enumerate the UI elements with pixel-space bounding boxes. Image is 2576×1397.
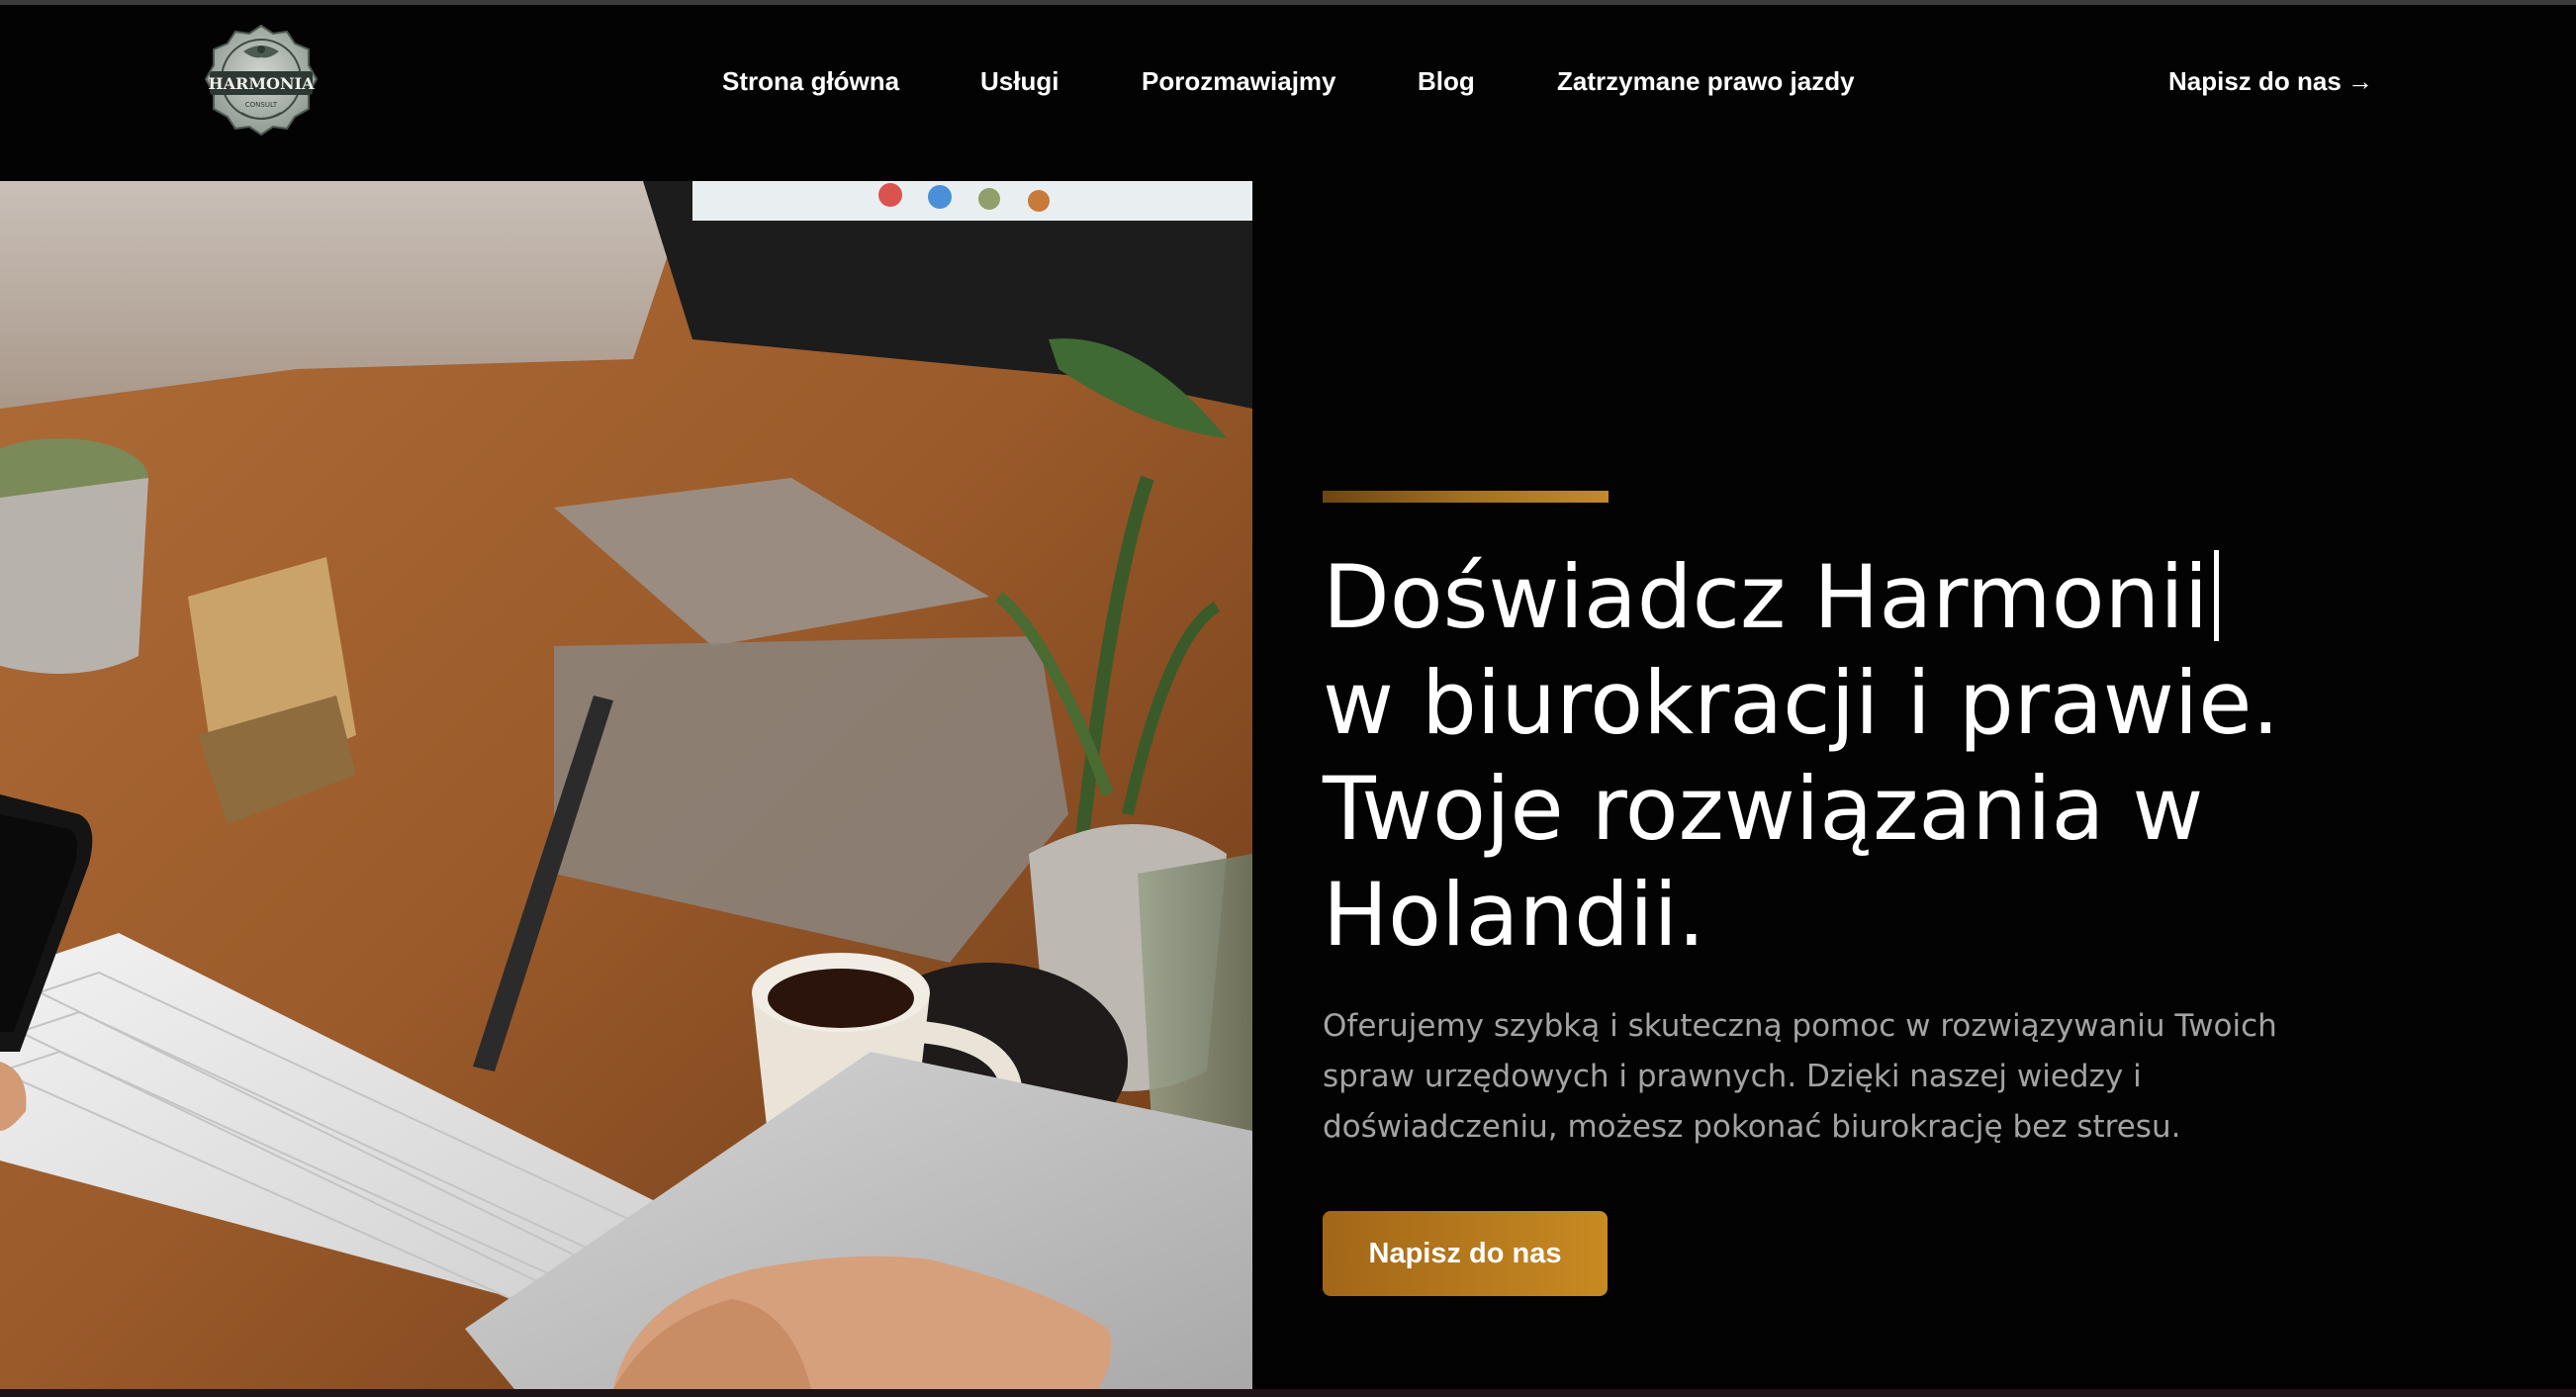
nav-blog[interactable]: Blog: [1418, 59, 1475, 103]
nav-suspended-license[interactable]: Zatrzymane prawo jazdy: [1557, 59, 1855, 103]
header-cta-label: Napisz do nas: [2168, 66, 2342, 96]
hero-description: Oferujemy szybką i skuteczną pomoc w roz…: [1323, 1001, 2351, 1153]
hero-write-to-us-button[interactable]: Napisz do nas: [1323, 1211, 1608, 1296]
desk-workspace-photo: [0, 181, 1252, 1389]
nav-home[interactable]: Strona główna: [722, 59, 899, 103]
description-line-1: Oferujemy szybką i skuteczną pomoc w roz…: [1323, 1008, 2277, 1044]
window-top-border: [0, 0, 2576, 5]
hero-headline: Doświadcz Harmonii w biurokracji i prawi…: [1323, 544, 2460, 968]
hero-image: [0, 181, 1252, 1389]
page: HARMONIA CONSULT Strona główna Usługi Po…: [0, 0, 2576, 1397]
headline-line-2: w biurokracji i prawie.: [1323, 652, 2280, 754]
headline-line-3: Twoje rozwiązania w: [1323, 758, 2204, 860]
headline-line-1: Doświadcz Harmonii: [1323, 544, 2460, 650]
nav-services[interactable]: Usługi: [980, 59, 1058, 103]
nav-contact-chat[interactable]: Porozmawiajmy: [1142, 59, 1336, 103]
header-write-to-us-link[interactable]: Napisz do nas →: [2168, 59, 2373, 103]
window-bottom-border: [0, 1389, 2576, 1397]
headline-line-4: Holandii.: [1323, 864, 1705, 966]
accent-bar: [1323, 491, 1609, 503]
description-line-2: spraw urzędowych i prawnych. Dzięki nasz…: [1323, 1059, 2142, 1094]
description-line-3: doświadczeniu, możesz pokonać biurokracj…: [1323, 1109, 2181, 1145]
arrow-right-icon: →: [2346, 66, 2373, 96]
text-cursor: [2214, 550, 2220, 641]
